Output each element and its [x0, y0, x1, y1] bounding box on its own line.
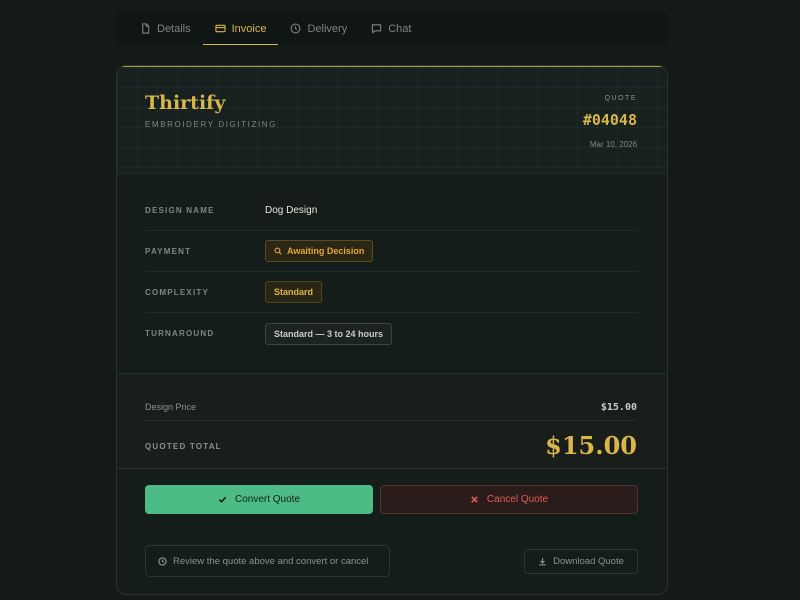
document-icon [142, 23, 150, 34]
quoted-total-label: QUOTED TOTAL [145, 442, 222, 451]
chat-bubble-icon [372, 24, 382, 34]
tab-invoice[interactable]: Invoice [202, 12, 279, 45]
search-icon [274, 247, 282, 255]
tab-bar: Details Invoice Delivery Chat [116, 12, 667, 45]
row-label: TURNAROUND [145, 329, 215, 338]
download-quote-button[interactable]: Download Quote [524, 549, 638, 574]
button-label: Download Quote [553, 556, 624, 567]
review-hint: Review the quote above and convert or ca… [145, 545, 390, 577]
brand-name: Thirtify [145, 92, 226, 114]
badge-label: Awaiting Decision [287, 246, 365, 256]
totals-section: Design Price $15.00 QUOTED TOTAL $15.00 [117, 373, 667, 469]
clock-icon [158, 556, 167, 566]
clock-icon [291, 23, 301, 34]
download-icon [539, 558, 546, 566]
brand-subtitle: EMBROIDERY DIGITIZING [145, 120, 277, 129]
row-label: DESIGN NAME [145, 205, 215, 215]
tab-label: Invoice [231, 22, 267, 35]
cancel-quote-button[interactable]: Cancel Quote [380, 485, 638, 514]
design-name-value: Dog Design [265, 204, 318, 216]
credit-card-icon [214, 24, 226, 33]
complexity-badge: Standard [265, 281, 323, 303]
design-price-label: Design Price [145, 402, 197, 412]
design-price-value: $15.00 [600, 401, 637, 413]
quote-label: QUOTE [604, 95, 637, 102]
tab-delivery[interactable]: Delivery [278, 12, 359, 45]
design-price-line: Design Price $15.00 [145, 394, 637, 421]
detail-row-turnaround: TURNAROUND Standard — 3 to 24 hours [145, 313, 638, 354]
button-label: Cancel Quote [486, 494, 549, 505]
detail-row-complexity: COMPLEXITY Standard [145, 272, 638, 313]
tab-label: Delivery [307, 22, 348, 35]
row-label: PAYMENT [145, 246, 192, 256]
quote-header: Thirtify EMBROIDERY DIGITIZING QUOTE #04… [117, 66, 667, 174]
tab-chat[interactable]: Chat [359, 12, 423, 45]
row-label: COMPLEXITY [145, 287, 210, 297]
convert-quote-button[interactable]: Convert Quote [145, 485, 373, 514]
detail-row-design-name: DESIGN NAME Dog Design [145, 190, 638, 231]
checkmark-icon [218, 496, 227, 503]
detail-row-payment: PAYMENT Awaiting Decision [145, 231, 638, 272]
details-list: DESIGN NAME Dog Design PAYMENT Awaiting … [145, 190, 638, 354]
quote-date: Mar 10, 2026 [589, 140, 637, 149]
quote-number: #04048 [582, 111, 637, 129]
tab-details[interactable]: Details [128, 12, 203, 45]
tab-label: Details [157, 22, 191, 35]
quote-card: Thirtify EMBROIDERY DIGITIZING QUOTE #04… [116, 65, 668, 595]
button-label: Convert Quote [234, 494, 301, 505]
turnaround-badge: Standard — 3 to 24 hours [265, 322, 393, 345]
close-icon [471, 496, 478, 503]
tab-label: Chat [388, 22, 412, 35]
quoted-total-value: $15.00 [545, 431, 637, 460]
hint-text: Review the quote above and convert or ca… [173, 555, 369, 567]
payment-status-badge: Awaiting Decision [265, 240, 374, 262]
